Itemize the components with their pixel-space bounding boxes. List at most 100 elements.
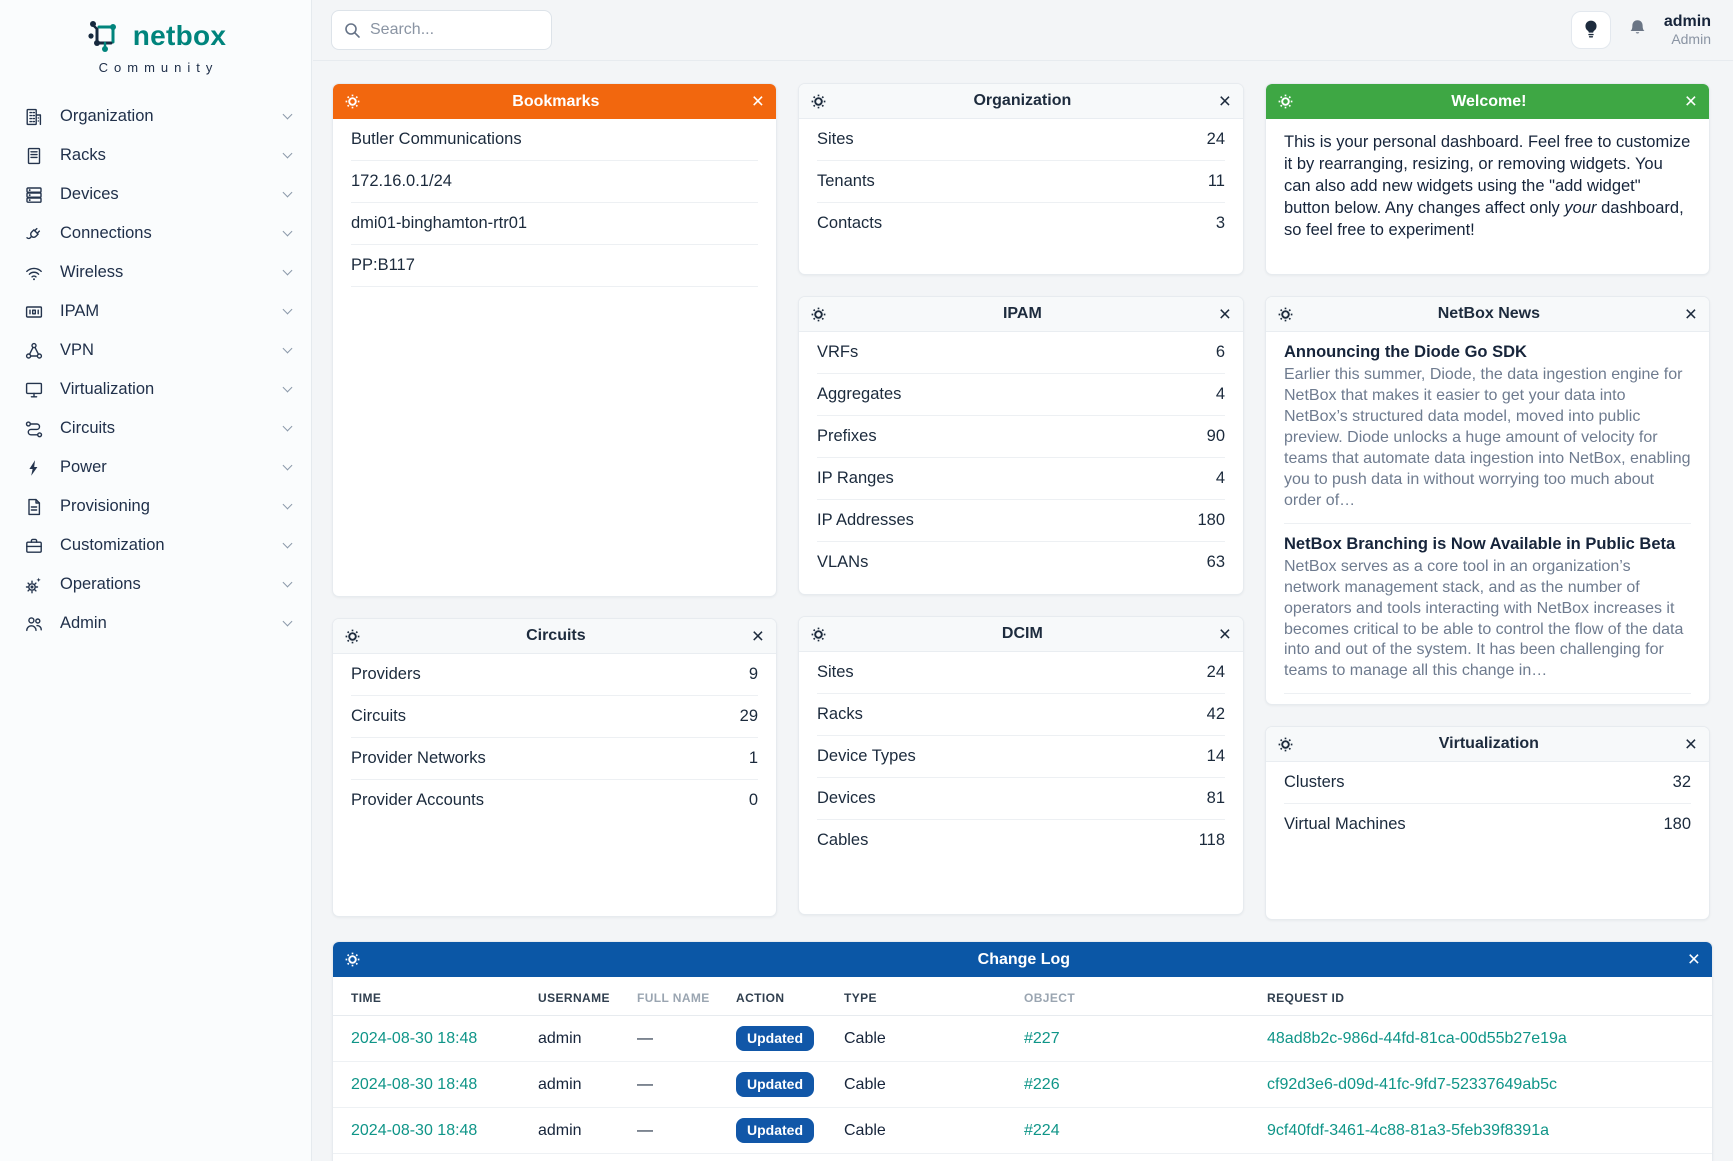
- stat-label[interactable]: Cables: [817, 831, 868, 850]
- notifications-button[interactable]: [1627, 18, 1648, 42]
- stat-label[interactable]: Provider Networks: [351, 749, 486, 768]
- action-badge: Updated: [736, 1072, 814, 1097]
- close-icon[interactable]: ×: [1219, 304, 1231, 325]
- search-box: [331, 10, 552, 50]
- widget-config-gear-icon[interactable]: [1278, 94, 1293, 109]
- sidebar-item-label: Virtualization: [60, 380, 268, 399]
- stat-label[interactable]: Device Types: [817, 747, 916, 766]
- widget-title: NetBox News: [1301, 305, 1677, 323]
- column-header-type[interactable]: TYPE: [844, 977, 1024, 1015]
- close-icon[interactable]: ×: [1688, 949, 1700, 970]
- search-input[interactable]: [331, 10, 552, 50]
- widget-config-gear-icon[interactable]: [345, 629, 360, 644]
- stat-label[interactable]: Aggregates: [817, 385, 901, 404]
- network-nodes-icon: [24, 341, 44, 361]
- close-icon[interactable]: ×: [1219, 91, 1231, 112]
- sidebar-item-power[interactable]: Power: [0, 448, 311, 487]
- sidebar-item-wireless[interactable]: Wireless: [0, 253, 311, 292]
- netbox-logo[interactable]: netbox: [0, 0, 311, 56]
- sidebar-item-circuits[interactable]: Circuits: [0, 409, 311, 448]
- close-icon[interactable]: ×: [1219, 624, 1231, 645]
- sidebar-item-provisioning[interactable]: Provisioning: [0, 487, 311, 526]
- sidebar-item-connections[interactable]: Connections: [0, 214, 311, 253]
- close-icon[interactable]: ×: [752, 91, 764, 112]
- sidebar-item-label: Circuits: [60, 419, 268, 438]
- column-header-action[interactable]: ACTION: [736, 977, 844, 1015]
- close-icon[interactable]: ×: [752, 626, 764, 647]
- widget-config-gear-icon[interactable]: [1278, 307, 1293, 322]
- stat-label[interactable]: Racks: [817, 705, 863, 724]
- stat-label[interactable]: Clusters: [1284, 773, 1345, 792]
- username-cell: admin: [538, 1112, 637, 1150]
- sidebar-item-customization[interactable]: Customization: [0, 526, 311, 565]
- chevron-down-icon: [283, 305, 293, 315]
- username-cell: admin: [538, 1158, 637, 1161]
- widget-config-gear-icon[interactable]: [345, 94, 360, 109]
- sidebar-item-label: Provisioning: [60, 497, 268, 516]
- column-header-username[interactable]: USERNAME: [538, 977, 637, 1015]
- close-icon[interactable]: ×: [1685, 91, 1697, 112]
- bookmark-item[interactable]: dmi01-binghamton-rtr01: [351, 203, 758, 245]
- object-link[interactable]: #224: [1024, 1122, 1060, 1139]
- sidebar-item-admin[interactable]: Admin: [0, 604, 311, 643]
- widget-config-gear-icon[interactable]: [345, 952, 360, 967]
- stat-row: Circuits 29: [351, 696, 758, 738]
- news-title-link[interactable]: Announcing the Diode Go SDK: [1284, 343, 1691, 362]
- request-id-link[interactable]: cf92d3e6-d09d-41fc-9fd7-52337649ab5c: [1267, 1076, 1557, 1093]
- sidebar-item-racks[interactable]: Racks: [0, 136, 311, 175]
- plug-icon: [24, 224, 44, 244]
- stat-label[interactable]: Circuits: [351, 707, 406, 726]
- stat-row: Aggregates 4: [817, 374, 1225, 416]
- widget-config-gear-icon[interactable]: [811, 627, 826, 642]
- stat-label[interactable]: Provider Accounts: [351, 791, 484, 810]
- object-link[interactable]: #226: [1024, 1076, 1060, 1093]
- news-title-link[interactable]: NetBox Branching is Now Available in Pub…: [1284, 535, 1691, 554]
- stat-label[interactable]: Providers: [351, 665, 421, 684]
- time-link[interactable]: 2024-08-30 18:48: [351, 1076, 477, 1093]
- stat-label[interactable]: VRFs: [817, 343, 858, 362]
- sidebar-item-ipam[interactable]: IPAM: [0, 292, 311, 331]
- stat-row: Clusters 32: [1284, 762, 1691, 804]
- user-menu[interactable]: admin Admin: [1664, 12, 1711, 48]
- column-header-time[interactable]: TIME: [351, 977, 538, 1015]
- time-link[interactable]: 2024-08-30 18:48: [351, 1030, 477, 1047]
- stat-label[interactable]: Prefixes: [817, 427, 877, 446]
- widget-config-gear-icon[interactable]: [811, 94, 826, 109]
- changelog-row: 2024-08-30 18:48 admin — Updated Cable #…: [333, 1016, 1712, 1062]
- bookmark-item[interactable]: Butler Communications: [351, 119, 758, 161]
- sidebar-item-operations[interactable]: Operations: [0, 565, 311, 604]
- stat-row: Devices 81: [817, 778, 1225, 820]
- stat-label[interactable]: Sites: [817, 663, 854, 682]
- sidebar-item-label: Racks: [60, 146, 268, 165]
- theme-toggle-button[interactable]: [1571, 11, 1611, 49]
- stat-label[interactable]: Tenants: [817, 172, 875, 191]
- widget-config-gear-icon[interactable]: [811, 307, 826, 322]
- sidebar-item-vpn[interactable]: VPN: [0, 331, 311, 370]
- stat-label[interactable]: Contacts: [817, 214, 882, 233]
- request-id-link[interactable]: 9cf40fdf-3461-4c88-81a3-5feb39f8391a: [1267, 1122, 1549, 1139]
- changelog-body: 2024-08-30 18:48 admin — Updated Cable #…: [333, 1016, 1712, 1161]
- stat-row: Virtual Machines 180: [1284, 804, 1691, 845]
- column-header-request-id[interactable]: REQUEST ID: [1267, 977, 1694, 1015]
- close-icon[interactable]: ×: [1685, 304, 1697, 325]
- sidebar-item-virtualization[interactable]: Virtualization: [0, 370, 311, 409]
- sidebar-item-label: IPAM: [60, 302, 268, 321]
- stat-label[interactable]: IP Addresses: [817, 511, 914, 530]
- sidebar-item-devices[interactable]: Devices: [0, 175, 311, 214]
- bookmark-item[interactable]: 172.16.0.1/24: [351, 161, 758, 203]
- widget-config-gear-icon[interactable]: [1278, 737, 1293, 752]
- sidebar-item-organization[interactable]: Organization: [0, 97, 311, 136]
- stat-value: 32: [1673, 773, 1691, 792]
- bookmark-item[interactable]: PP:B117: [351, 245, 758, 287]
- object-link[interactable]: #227: [1024, 1030, 1060, 1047]
- stat-label[interactable]: VLANs: [817, 553, 868, 572]
- widget-change-log: Change Log × TIME USERNAME FULL NAME ACT…: [332, 941, 1713, 1161]
- stat-label[interactable]: IP Ranges: [817, 469, 894, 488]
- request-id-link[interactable]: 48ad8b2c-986d-44fd-81ca-00d55b27e19a: [1267, 1030, 1567, 1047]
- stat-label[interactable]: Devices: [817, 789, 876, 808]
- time-link[interactable]: 2024-08-30 18:48: [351, 1122, 477, 1139]
- close-icon[interactable]: ×: [1685, 734, 1697, 755]
- stat-label[interactable]: Virtual Machines: [1284, 815, 1406, 834]
- widget-circuits: Circuits × Providers 9 Circuits: [332, 618, 777, 917]
- stat-label[interactable]: Sites: [817, 130, 854, 149]
